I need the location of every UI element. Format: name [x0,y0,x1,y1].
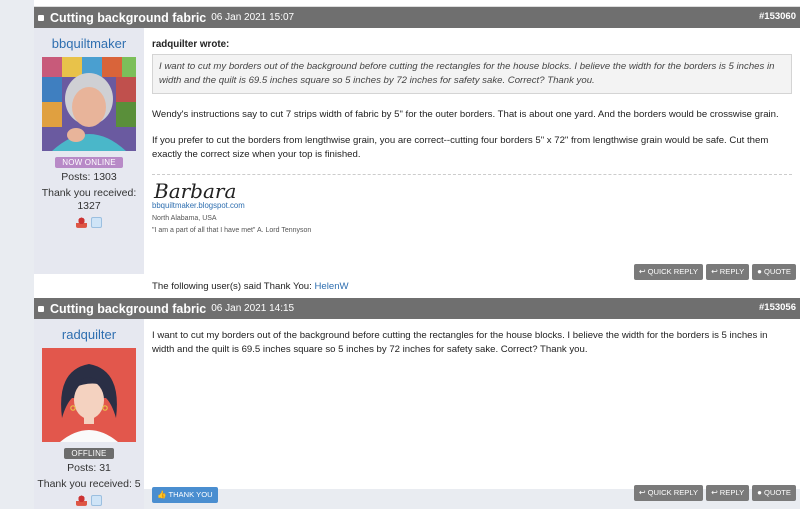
thanks-user-link[interactable]: HelenW [314,281,348,292]
user-profile-icon[interactable] [76,217,87,228]
private-message-icon[interactable] [91,495,102,506]
thanks-line: The following user(s) said Thank You: He… [152,281,349,292]
thanks-count: Thank you received: 5 [37,478,141,490]
reply-arrow-icon: ↩ [711,488,718,497]
post-bullet-icon [38,305,44,312]
post-content: I want to cut my borders out of the back… [144,319,800,509]
thanks-count: Thank you received: 1327 [41,187,137,212]
post-paragraph: If you prefer to cut the borders from le… [152,135,769,160]
previous-post-strip [34,0,800,7]
post-number-link[interactable]: #153056 [759,302,796,313]
thank-you-button[interactable]: 👍 THANK YOU [152,487,218,503]
forum-thread: Cutting background fabric 06 Jan 2021 15… [34,0,800,509]
user-profile-icon[interactable] [76,495,87,506]
quick-reply-button[interactable]: ↩ QUICK REPLY [633,485,704,501]
posts-count: Posts: 31 [67,462,111,474]
page-left-rail [0,0,34,489]
post: radquilter OFFLINE Posts: 31 Thank you r… [34,319,800,509]
reply-arrow-icon: ↩ [638,267,646,276]
reply-button[interactable]: ↩ REPLY [706,264,750,280]
quick-reply-button[interactable]: ↩ QUICK REPLY [633,264,704,280]
quote-author: radquilter wrote: [152,39,230,50]
post-date: 06 Jan 2021 14:15 [211,303,295,314]
signature-name: Barbara [154,179,237,203]
post-paragraph: I want to cut my borders out of the back… [152,330,768,355]
quote-block: I want to cut my borders out of the back… [152,54,792,94]
quote-button[interactable]: ● QUOTE [752,264,796,280]
post-title[interactable]: Cutting background fabric [50,302,206,316]
post-header: Cutting background fabric 06 Jan 2021 14… [34,298,800,319]
author-name[interactable]: radquilter [34,319,144,348]
post-title[interactable]: Cutting background fabric [50,11,206,25]
post-bullet-icon [38,14,44,21]
private-message-icon[interactable] [91,217,102,228]
reply-arrow-icon: ↩ [638,488,646,497]
post-actions: ↩ QUICK REPLY ↩ REPLY ● QUOTE [633,485,796,501]
post-paragraph: Wendy's instructions say to cut 7 strips… [152,109,779,120]
post: bbquiltmaker NOW ONLINE Posts: 1303 Than… [34,28,800,292]
signature-link[interactable]: bbquiltmaker.blogspot.com [152,201,792,211]
posts-count: Posts: 1303 [61,171,117,183]
author-panel: radquilter OFFLINE Posts: 31 Thank you r… [34,319,144,509]
author-panel: bbquiltmaker NOW ONLINE Posts: 1303 Than… [34,28,144,274]
status-badge: NOW ONLINE [55,157,123,168]
avatar[interactable] [42,348,136,442]
post-actions: ↩ QUICK REPLY ↩ REPLY ● QUOTE [633,264,796,280]
thumbs-up-icon: 👍 [157,490,169,499]
signature-location: North Alabama, USA [152,215,217,222]
reply-arrow-icon: ↩ [711,267,718,276]
reply-button[interactable]: ↩ REPLY [706,485,750,501]
quote-bubble-icon: ● [757,267,762,276]
quote-button[interactable]: ● QUOTE [752,485,796,501]
post-number-link[interactable]: #153060 [759,11,796,22]
quote-bubble-icon: ● [757,488,762,497]
signature-divider [152,174,792,175]
post-header: Cutting background fabric 06 Jan 2021 15… [34,7,800,28]
status-badge: OFFLINE [64,448,114,459]
author-name[interactable]: bbquiltmaker [34,28,144,57]
post-date: 06 Jan 2021 15:07 [211,12,295,23]
signature-quote: "I am a part of all that I have met" A. … [152,227,312,234]
post-content: radquilter wrote: I want to cut my borde… [144,28,800,292]
avatar[interactable] [42,57,136,151]
